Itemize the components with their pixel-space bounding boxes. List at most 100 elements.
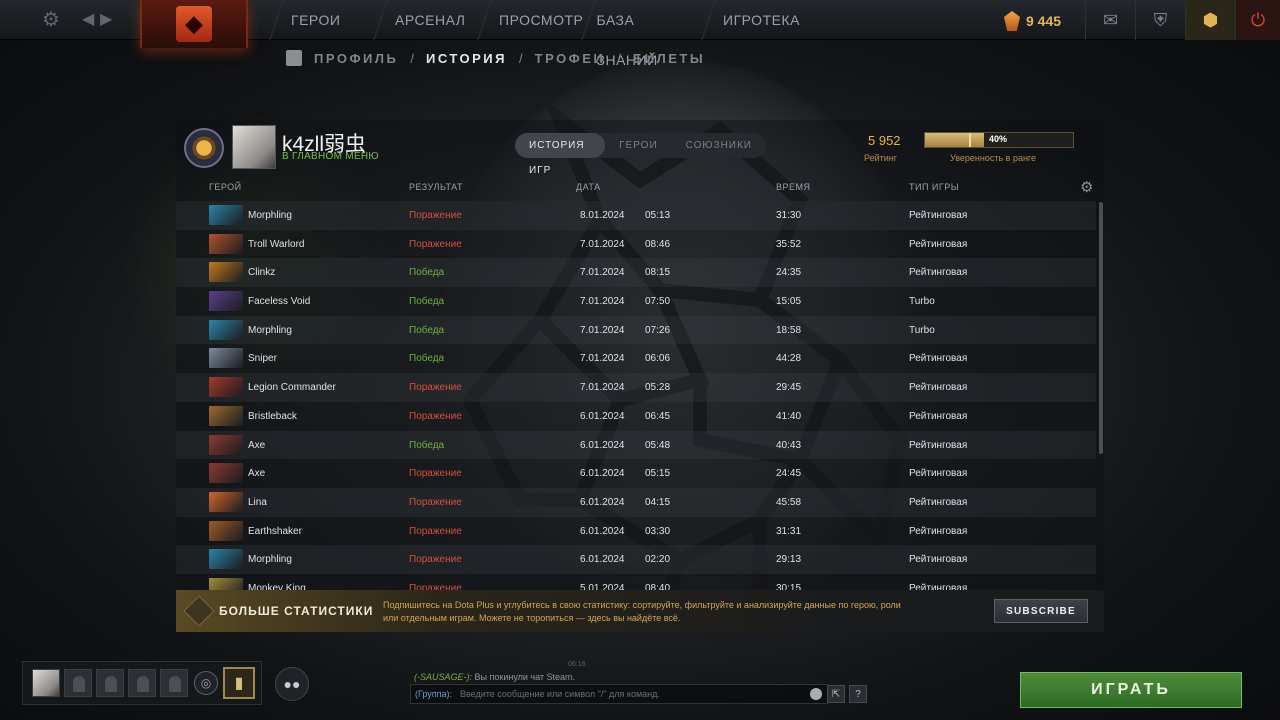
- table-row[interactable]: Morphling Поражение 6.01.2024 02:20 29:1…: [176, 545, 1096, 574]
- table-row[interactable]: Morphling Поражение 8.01.2024 05:13 31:3…: [176, 201, 1096, 230]
- nav-learn[interactable]: БАЗА ЗНАНИЙ: [581, 0, 715, 68]
- table-row[interactable]: Axe Победа 6.01.2024 05:48 40:43 Рейтинг…: [176, 430, 1096, 460]
- hero-name: Faceless Void: [248, 296, 311, 308]
- table-row[interactable]: Sniper Победа 7.01.2024 06:06 44:28 Рейт…: [176, 344, 1096, 374]
- match-time: 05:15: [645, 468, 671, 480]
- dota-plus-banner: БОЛЬШЕ СТАТИСТИКИ Подпишитесь на Dota Pl…: [176, 590, 1104, 632]
- table-row[interactable]: Bristleback Поражение 6.01.2024 06:45 41…: [176, 401, 1096, 431]
- match-date: 7.01.2024: [580, 353, 625, 365]
- table-row[interactable]: Troll Warlord Поражение 7.01.2024 08:46 …: [176, 229, 1096, 259]
- subnav-profile[interactable]: ПРОФИЛЬ: [314, 51, 398, 66]
- scrollbar[interactable]: [1099, 202, 1103, 454]
- chat-popout-icon[interactable]: ⇱: [827, 685, 845, 703]
- hero-name: Morphling: [248, 554, 292, 566]
- hero-name: Monkey King: [248, 582, 306, 590]
- match-time: 05:28: [645, 382, 671, 394]
- header-hero[interactable]: ГЕРОЙ: [209, 182, 242, 192]
- hero-portrait: [209, 205, 243, 225]
- match-time: 07:26: [645, 324, 671, 336]
- hero-portrait: [209, 434, 243, 455]
- table-row[interactable]: Morphling Победа 7.01.2024 07:26 18:58 T…: [176, 315, 1096, 345]
- home-button[interactable]: ◆: [140, 0, 248, 48]
- table-row[interactable]: Lina Поражение 6.01.2024 04:15 45:58 Рей…: [176, 487, 1096, 517]
- main-nav: ГЕРОИ АРСЕНАЛ ПРОСМОТР БАЗА ЗНАНИЙ ИГРОТ…: [269, 0, 819, 68]
- gear-icon[interactable]: ⚙: [42, 9, 60, 31]
- subnav-history[interactable]: ИСТОРИЯ: [426, 51, 507, 66]
- profile-subnav: ПРОФИЛЬ / ИСТОРИЯ / ТРОФЕИ / БИЛЕТЫ: [286, 50, 705, 66]
- tab-allies[interactable]: СОЮЗНИКИ: [672, 133, 766, 158]
- table-row[interactable]: Axe Поражение 6.01.2024 05:15 24:45 Рейт…: [176, 459, 1096, 488]
- match-date: 8.01.2024: [580, 210, 625, 221]
- party-slot-empty[interactable]: [64, 669, 92, 697]
- match-duration: 29:45: [776, 382, 802, 394]
- headset-icon[interactable]: ◎: [194, 671, 218, 695]
- match-date: 7.01.2024: [580, 267, 625, 279]
- table-header: ГЕРОЙ РЕЗУЛЬТАТ ДАТА ВРЕМЯ ТИП ИГРЫ ⚙: [176, 178, 1104, 198]
- nav-heroes[interactable]: ГЕРОИ: [269, 0, 387, 40]
- match-result: Победа: [409, 324, 445, 336]
- match-duration: 41:40: [776, 410, 802, 422]
- table-row[interactable]: Monkey King Поражение 5.01.2024 08:40 30…: [176, 573, 1096, 590]
- gear-icon[interactable]: ⚙: [1080, 178, 1094, 196]
- play-button[interactable]: ИГРАТЬ: [1020, 672, 1242, 708]
- arrow-right-icon[interactable]: ▶: [100, 9, 112, 31]
- shard-icon: [1004, 11, 1020, 31]
- emoji-icon[interactable]: [810, 688, 822, 700]
- game-type: Рейтинговая: [909, 582, 968, 590]
- match-duration: 45:58: [776, 496, 802, 508]
- table-row[interactable]: Legion Commander Поражение 7.01.2024 05:…: [176, 373, 1096, 402]
- mail-icon[interactable]: ✉: [1085, 0, 1135, 40]
- banner-description: Подпишитесь на Dota Plus и углубитесь в …: [383, 600, 901, 623]
- header-duration[interactable]: ВРЕМЯ: [776, 182, 811, 192]
- avatar[interactable]: [232, 125, 276, 169]
- nav-watch[interactable]: ПРОСМОТР: [477, 0, 595, 40]
- confidence-value: 40%: [989, 134, 1008, 144]
- party-slot-empty[interactable]: [128, 669, 156, 697]
- hero-portrait: [209, 520, 243, 541]
- tab-match-history[interactable]: ИСТОРИЯ ИГР: [515, 133, 606, 176]
- shards-currency[interactable]: 9 445: [1004, 8, 1061, 34]
- chat-channel[interactable]: (Группа):: [415, 689, 452, 699]
- friends-icon[interactable]: ●●: [275, 667, 309, 701]
- match-time: 03:30: [645, 525, 671, 537]
- match-time: 07:50: [645, 296, 671, 308]
- party-slot-empty[interactable]: [96, 669, 124, 697]
- subnav-tickets[interactable]: БИЛЕТЫ: [633, 51, 705, 66]
- table-row[interactable]: Earthshaker Поражение 6.01.2024 03:30 31…: [176, 516, 1096, 546]
- subnav-trophies[interactable]: ТРОФЕИ: [535, 51, 606, 66]
- header-date[interactable]: ДАТА: [576, 182, 601, 192]
- match-time: 08:15: [645, 267, 671, 279]
- match-result: Поражение: [409, 582, 462, 590]
- rank-medal-icon[interactable]: [184, 128, 224, 168]
- subscribe-button[interactable]: SUBSCRIBE: [994, 599, 1088, 623]
- hero-name: Clinkz: [248, 267, 276, 279]
- arrow-left-icon[interactable]: ◀: [82, 9, 94, 31]
- party-slot-self[interactable]: [32, 669, 60, 697]
- party-slot-empty[interactable]: [160, 669, 188, 697]
- chat-input[interactable]: (Группа): Введите сообщение или символ "…: [410, 684, 828, 704]
- match-date: 6.01.2024: [580, 525, 625, 537]
- shield-sword-icon[interactable]: ⛨: [1135, 0, 1185, 40]
- hero-portrait: [209, 491, 243, 512]
- rating-value: 5 952: [868, 133, 901, 148]
- guild-icon[interactable]: ▮: [223, 667, 255, 699]
- nav-arcade[interactable]: ИГРОТЕКА: [701, 0, 819, 40]
- table-row[interactable]: Faceless Void Победа 7.01.2024 07:50 15:…: [176, 287, 1096, 316]
- dota-plus-icon[interactable]: ⬢: [1185, 0, 1235, 40]
- match-result: Победа: [409, 267, 445, 279]
- match-duration: 31:31: [776, 525, 802, 537]
- profile-avatar-icon: [286, 50, 302, 66]
- help-icon[interactable]: ?: [849, 685, 867, 703]
- match-date: 7.01.2024: [580, 382, 625, 394]
- header-result[interactable]: РЕЗУЛЬТАТ: [409, 182, 463, 192]
- match-duration: 24:35: [776, 267, 802, 279]
- hero-portrait: [209, 233, 243, 254]
- table-row[interactable]: Clinkz Победа 7.01.2024 08:15 24:35 Рейт…: [176, 258, 1096, 288]
- header-game-type[interactable]: ТИП ИГРЫ: [909, 182, 959, 192]
- hero-name: Axe: [248, 468, 266, 480]
- game-type: Рейтинговая: [909, 382, 968, 394]
- player-status: В ГЛАВНОМ МЕНЮ: [282, 151, 379, 162]
- tab-heroes[interactable]: ГЕРОИ: [605, 133, 672, 158]
- nav-arsenal[interactable]: АРСЕНАЛ: [373, 0, 491, 40]
- power-icon[interactable]: ⏻: [1235, 0, 1280, 40]
